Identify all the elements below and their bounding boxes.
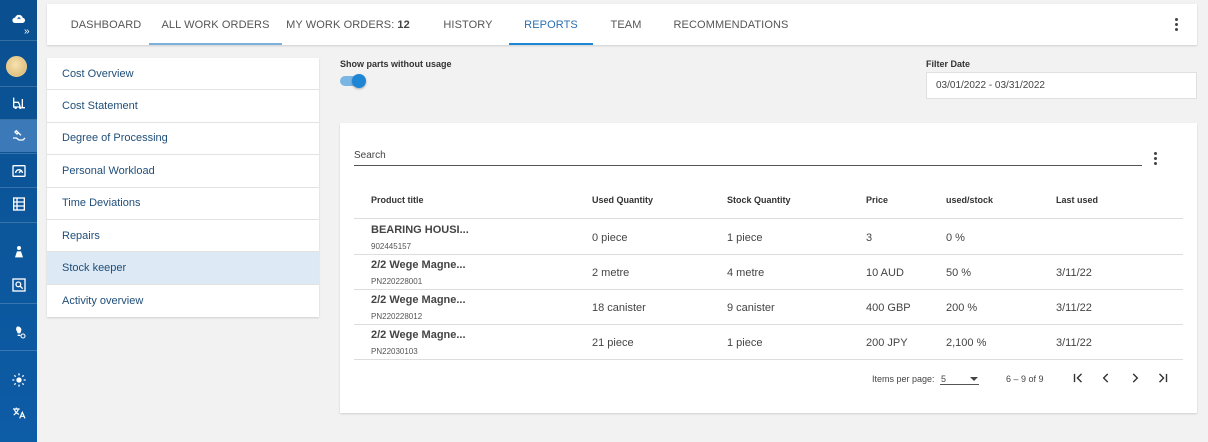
tab-history[interactable]: HISTORY: [431, 4, 505, 45]
column-header[interactable]: Used Quantity: [592, 195, 653, 205]
search-doc-icon[interactable]: [0, 269, 37, 301]
tab-my-work-orders[interactable]: MY WORK ORDERS: 12: [286, 4, 410, 45]
cloud-icon[interactable]: [0, 3, 37, 35]
used-quantity: 21 piece: [592, 337, 634, 349]
filter-date-input[interactable]: 03/01/2022 - 03/31/2022: [926, 72, 1197, 99]
product-title: BEARING HOUSI...: [371, 224, 469, 236]
next-page-button[interactable]: [1125, 368, 1145, 388]
price: 200 JPY: [866, 337, 908, 349]
nav-rail: »: [0, 0, 37, 442]
column-header[interactable]: Stock Quantity: [727, 195, 791, 205]
tab-reports[interactable]: REPORTS: [509, 4, 593, 45]
last-used: 3/11/22: [1056, 267, 1092, 279]
show-parts-toggle[interactable]: [340, 74, 366, 88]
list-icon[interactable]: [0, 188, 37, 220]
product-title: 2/2 Wege Magne...: [371, 259, 466, 271]
toggle-label: Show parts without usage: [340, 59, 452, 69]
items-per-page-select[interactable]: 5: [940, 371, 979, 385]
menu-item-degree-of-processing[interactable]: Degree of Processing: [47, 123, 319, 156]
table-row[interactable]: 2/2 Wege Magne... PN220228001 2 metre 4 …: [354, 255, 1183, 290]
product-title: 2/2 Wege Magne...: [371, 329, 466, 341]
chevron-down-icon: [970, 377, 978, 381]
menu-item-cost-statement[interactable]: Cost Statement: [47, 90, 319, 123]
paginator: Items per page: 5 6 – 9 of 9: [340, 363, 1197, 393]
table-options-icon[interactable]: [1154, 152, 1158, 165]
filter-date-label: Filter Date: [926, 59, 971, 69]
expand-icon[interactable]: »: [24, 27, 30, 37]
more-options-icon[interactable]: [1175, 18, 1179, 31]
product-number: PN220228012: [371, 312, 423, 321]
used-quantity: 2 metre: [592, 267, 630, 279]
person-icon[interactable]: [0, 236, 37, 268]
table-header: Product title Used Quantity Stock Quanti…: [354, 185, 1183, 219]
avatar[interactable]: [6, 56, 27, 77]
column-header[interactable]: Price: [866, 195, 888, 205]
previous-page-button[interactable]: [1096, 368, 1116, 388]
tab-recommendations[interactable]: RECOMMENDATIONS: [671, 4, 791, 45]
tab-dashboard[interactable]: DASHBOARD: [55, 4, 157, 45]
column-header[interactable]: Last used: [1056, 195, 1098, 205]
menu-item-time-deviations[interactable]: Time Deviations: [47, 188, 319, 220]
used-stock-ratio: 0 %: [946, 232, 965, 244]
dashboard-icon[interactable]: [0, 155, 37, 187]
menu-item-repairs[interactable]: Repairs: [47, 220, 319, 253]
used-stock-ratio: 2,100 %: [946, 337, 987, 349]
table-row[interactable]: BEARING HOUSI... 902445157 0 piece 1 pie…: [354, 220, 1183, 255]
items-per-page-label: Items per page:: [872, 374, 935, 384]
product-number: PN220228001: [371, 277, 423, 286]
stock-quantity: 9 canister: [727, 302, 775, 314]
stock-quantity: 4 metre: [727, 267, 765, 279]
used-stock-ratio: 50 %: [946, 267, 972, 279]
brightness-icon[interactable]: [0, 364, 37, 396]
used-stock-ratio: 200 %: [946, 302, 978, 314]
used-quantity: 18 canister: [592, 302, 646, 314]
stock-quantity: 1 piece: [727, 337, 763, 349]
menu-item-personal-workload[interactable]: Personal Workload: [47, 155, 319, 188]
menu-item-cost-overview[interactable]: Cost Overview: [47, 58, 319, 91]
report-menu: Cost Overview Cost Statement Degree of P…: [47, 58, 319, 317]
page-range: 6 – 9 of 9: [1006, 374, 1044, 384]
column-header[interactable]: used/stock: [946, 195, 993, 205]
forklift-icon[interactable]: [0, 87, 37, 119]
translate-icon[interactable]: [0, 397, 37, 429]
product-title: 2/2 Wege Magne...: [371, 294, 466, 306]
table-row[interactable]: 2/2 Wege Magne... PN220228012 18 caniste…: [354, 290, 1183, 325]
lightbulb-gear-icon[interactable]: [0, 316, 37, 348]
wrench-hand-icon[interactable]: [0, 120, 37, 152]
my-work-orders-count: 12: [397, 18, 410, 31]
price: 3: [866, 232, 873, 244]
tab-team[interactable]: TEAM: [599, 4, 653, 45]
last-page-button[interactable]: [1153, 368, 1173, 388]
menu-item-activity-overview[interactable]: Activity overview: [47, 285, 319, 317]
used-quantity: 0 piece: [592, 232, 628, 244]
price: 10 AUD: [866, 267, 904, 279]
tab-all-work-orders[interactable]: ALL WORK ORDERS: [149, 4, 282, 45]
last-used: 3/11/22: [1056, 337, 1092, 349]
table-row[interactable]: 2/2 Wege Magne... PN22030103 21 piece 1 …: [354, 325, 1183, 360]
product-number: PN22030103: [371, 347, 418, 356]
last-used: 3/11/22: [1056, 302, 1092, 314]
column-header[interactable]: Product title: [371, 195, 424, 205]
stock-quantity: 1 piece: [727, 232, 763, 244]
stock-keeper-card: Search Product title Used Quantity Stock…: [340, 123, 1197, 413]
menu-item-stock-keeper[interactable]: Stock keeper: [47, 252, 319, 285]
product-number: 902445157: [371, 242, 412, 251]
price: 400 GBP: [866, 302, 911, 314]
top-tab-bar: DASHBOARD ALL WORK ORDERS MY WORK ORDERS…: [47, 4, 1197, 45]
search-input[interactable]: Search: [354, 150, 1142, 166]
first-page-button[interactable]: [1068, 368, 1088, 388]
